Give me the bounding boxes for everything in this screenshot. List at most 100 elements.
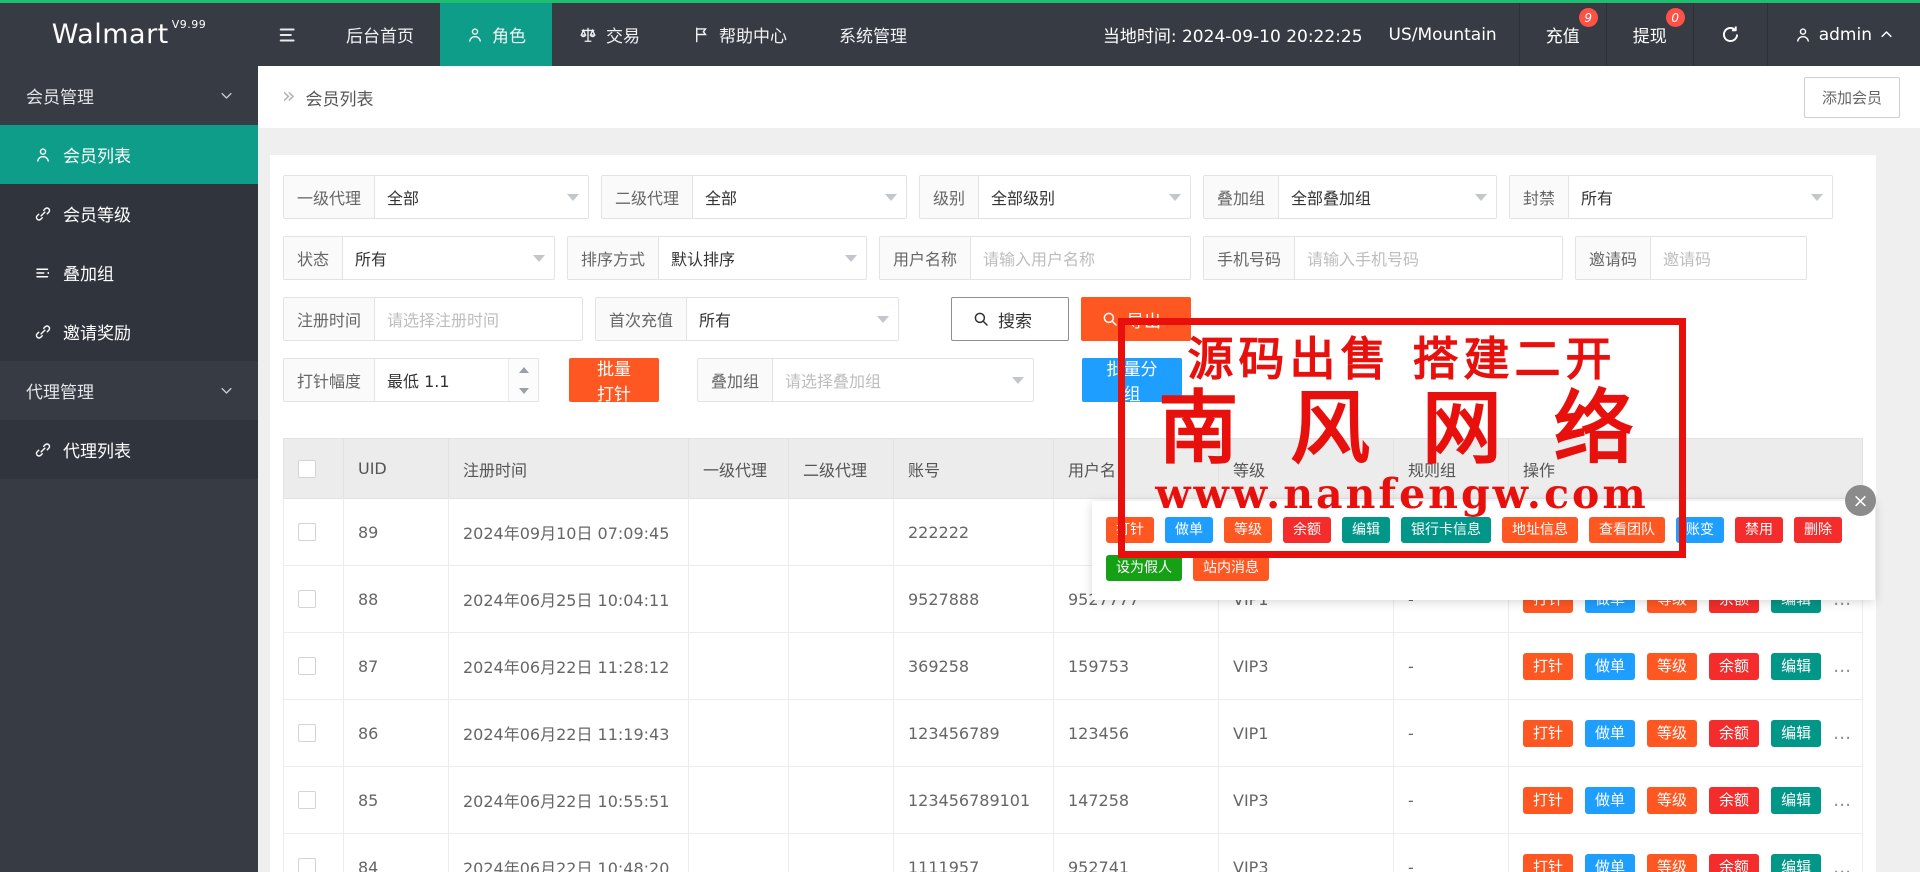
sidebar-item-overlay-group[interactable]: 叠加组 bbox=[0, 243, 258, 302]
row-checkbox[interactable] bbox=[298, 791, 316, 809]
inject-button[interactable]: 打针 bbox=[1106, 517, 1154, 543]
sidebar-item-member-level[interactable]: 会员等级 bbox=[0, 184, 258, 243]
level-button[interactable]: 等级 bbox=[1224, 517, 1272, 543]
dropdown-caret-icon bbox=[1466, 176, 1496, 218]
nav-item-role[interactable]: 角色 bbox=[440, 3, 552, 66]
close-icon[interactable]: × bbox=[1845, 485, 1876, 516]
column-header-5: 账号 bbox=[893, 438, 1054, 499]
make-order-button[interactable]: 做单 bbox=[1585, 652, 1636, 680]
more-actions-ellipsis: … bbox=[1833, 655, 1854, 677]
nav-item-help-center[interactable]: 帮助中心 bbox=[666, 3, 813, 66]
status-filter[interactable]: 状态 所有 bbox=[283, 236, 555, 280]
recharge-button[interactable]: 充值 9 bbox=[1518, 3, 1606, 66]
inject-range-field-label: 打针幅度 bbox=[284, 359, 376, 401]
user-menu[interactable]: admin bbox=[1766, 3, 1920, 66]
inject-button[interactable]: 打针 bbox=[1523, 853, 1574, 872]
first-recharge-filter[interactable]: 首次充值 所有 bbox=[595, 297, 899, 341]
set-fake-user-button[interactable]: 设为假人 bbox=[1106, 555, 1182, 581]
balance-button[interactable]: 余额 bbox=[1709, 853, 1760, 872]
balance-button[interactable]: 余额 bbox=[1709, 786, 1760, 814]
edit-button[interactable]: 编辑 bbox=[1771, 652, 1822, 680]
agent1-filter[interactable]: 一级代理 全部 bbox=[283, 175, 589, 219]
phone-filter[interactable]: 手机号码 请输入手机号码 bbox=[1203, 236, 1563, 280]
balance-button[interactable]: 余额 bbox=[1709, 719, 1760, 747]
cell-username: 147258 bbox=[1053, 766, 1219, 834]
overlay-group-assign-filter[interactable]: 叠加组 请选择叠加组 bbox=[697, 358, 1034, 402]
balance-button[interactable]: 余额 bbox=[1709, 652, 1760, 680]
cell-agent2 bbox=[788, 833, 894, 872]
username-filter-label: 用户名称 bbox=[880, 237, 972, 279]
number-spinner[interactable] bbox=[508, 359, 538, 401]
make-order-button[interactable]: 做单 bbox=[1585, 719, 1636, 747]
register-time-filter[interactable]: 注册时间 请选择注册时间 bbox=[283, 297, 583, 341]
sidebar-item-agent-list[interactable]: 代理列表 bbox=[0, 420, 258, 479]
row-checkbox[interactable] bbox=[298, 590, 316, 608]
inject-button[interactable]: 打针 bbox=[1523, 652, 1574, 680]
level-button[interactable]: 等级 bbox=[1647, 853, 1698, 872]
register-time-filter-value: 请选择注册时间 bbox=[387, 311, 500, 330]
export-button[interactable]: 导出 bbox=[1081, 297, 1191, 341]
invite-code-filter[interactable]: 邀请码 邀请码 bbox=[1575, 236, 1807, 280]
nav-item-system[interactable]: 系统管理 bbox=[813, 3, 933, 66]
nav-item-dashboard[interactable]: 后台首页 bbox=[320, 3, 440, 66]
make-order-button[interactable]: 做单 bbox=[1165, 517, 1213, 543]
dropdown-caret-icon bbox=[1003, 359, 1033, 401]
level-button[interactable]: 等级 bbox=[1647, 652, 1698, 680]
edit-button[interactable]: 编辑 bbox=[1771, 719, 1822, 747]
row-actions: 打针做单等级余额编辑… bbox=[1523, 719, 1851, 747]
nav-item-role-label: 角色 bbox=[492, 27, 526, 47]
scale-icon bbox=[578, 25, 598, 45]
search-button[interactable]: 搜索 bbox=[951, 297, 1069, 341]
spinner-down-icon[interactable] bbox=[509, 380, 538, 401]
refresh-button[interactable] bbox=[1692, 3, 1767, 66]
row-checkbox[interactable] bbox=[298, 858, 316, 872]
cell-agent1 bbox=[688, 833, 789, 872]
add-member-button[interactable]: 添加会员 bbox=[1803, 76, 1900, 118]
nav-item-trade[interactable]: 交易 bbox=[552, 3, 666, 66]
inject-button[interactable]: 打针 bbox=[1523, 719, 1574, 747]
bank-card-info-button[interactable]: 银行卡信息 bbox=[1401, 517, 1491, 543]
edit-button[interactable]: 编辑 bbox=[1771, 786, 1822, 814]
delete-button[interactable]: 删除 bbox=[1794, 517, 1842, 543]
balance-button[interactable]: 余额 bbox=[1283, 517, 1331, 543]
batch-group-button[interactable]: 批量分组 bbox=[1082, 358, 1182, 405]
row-checkbox[interactable] bbox=[298, 724, 316, 742]
account-change-button[interactable]: 账变 bbox=[1676, 517, 1724, 543]
level-filter[interactable]: 级别 全部级别 bbox=[919, 175, 1191, 219]
menu-toggle-icon[interactable] bbox=[258, 3, 320, 66]
sidebar-item-invite-reward[interactable]: 邀请奖励 bbox=[0, 302, 258, 361]
view-team-button[interactable]: 查看团队 bbox=[1589, 517, 1665, 543]
inject-button[interactable]: 打针 bbox=[1523, 786, 1574, 814]
select-all-checkbox[interactable] bbox=[298, 459, 316, 478]
sort-filter[interactable]: 排序方式 默认排序 bbox=[567, 236, 867, 280]
filter-row-4: 打针幅度 最低 1.1 批量打针 叠加组 请选择叠加组 批量分组 bbox=[283, 358, 1863, 405]
edit-button[interactable]: 编辑 bbox=[1771, 853, 1822, 872]
ban-filter[interactable]: 封禁 所有 bbox=[1509, 175, 1833, 219]
username-filter[interactable]: 用户名称 请输入用户名称 bbox=[879, 236, 1191, 280]
batch-inject-button[interactable]: 批量打针 bbox=[569, 358, 659, 405]
level-button[interactable]: 等级 bbox=[1647, 719, 1698, 747]
edit-button[interactable]: 编辑 bbox=[1342, 517, 1390, 543]
inject-range-field[interactable]: 打针幅度 最低 1.1 bbox=[283, 358, 539, 402]
dropdown-caret-icon bbox=[558, 176, 588, 218]
make-order-button[interactable]: 做单 bbox=[1585, 853, 1636, 872]
cell-username: 123456 bbox=[1053, 699, 1219, 767]
row-actions: 打针做单等级余额编辑… bbox=[1523, 853, 1851, 872]
withdraw-button[interactable]: 提现 0 bbox=[1605, 3, 1693, 66]
make-order-button[interactable]: 做单 bbox=[1585, 786, 1636, 814]
agent2-filter[interactable]: 二级代理 全部 bbox=[601, 175, 907, 219]
sidebar-group-agent-management[interactable]: 代理管理 bbox=[0, 361, 258, 420]
row-checkbox[interactable] bbox=[298, 523, 316, 541]
level-button[interactable]: 等级 bbox=[1647, 786, 1698, 814]
spinner-up-icon[interactable] bbox=[509, 359, 538, 380]
row-checkbox[interactable] bbox=[298, 657, 316, 675]
site-message-button[interactable]: 站内消息 bbox=[1193, 555, 1269, 581]
address-info-button[interactable]: 地址信息 bbox=[1502, 517, 1578, 543]
cell-agent2 bbox=[788, 565, 894, 633]
sidebar-item-member-list[interactable]: 会员列表 bbox=[0, 125, 258, 184]
filter-row-1: 一级代理 全部 二级代理 全部 级别 全部级别 叠加组 全部叠加组 封禁 所有 bbox=[283, 175, 1863, 219]
overlay-group-filter[interactable]: 叠加组 全部叠加组 bbox=[1203, 175, 1497, 219]
disable-button[interactable]: 禁用 bbox=[1735, 517, 1783, 543]
sidebar-group-member-management[interactable]: 会员管理 bbox=[0, 66, 258, 125]
cell-level: VIP1 bbox=[1218, 699, 1394, 767]
